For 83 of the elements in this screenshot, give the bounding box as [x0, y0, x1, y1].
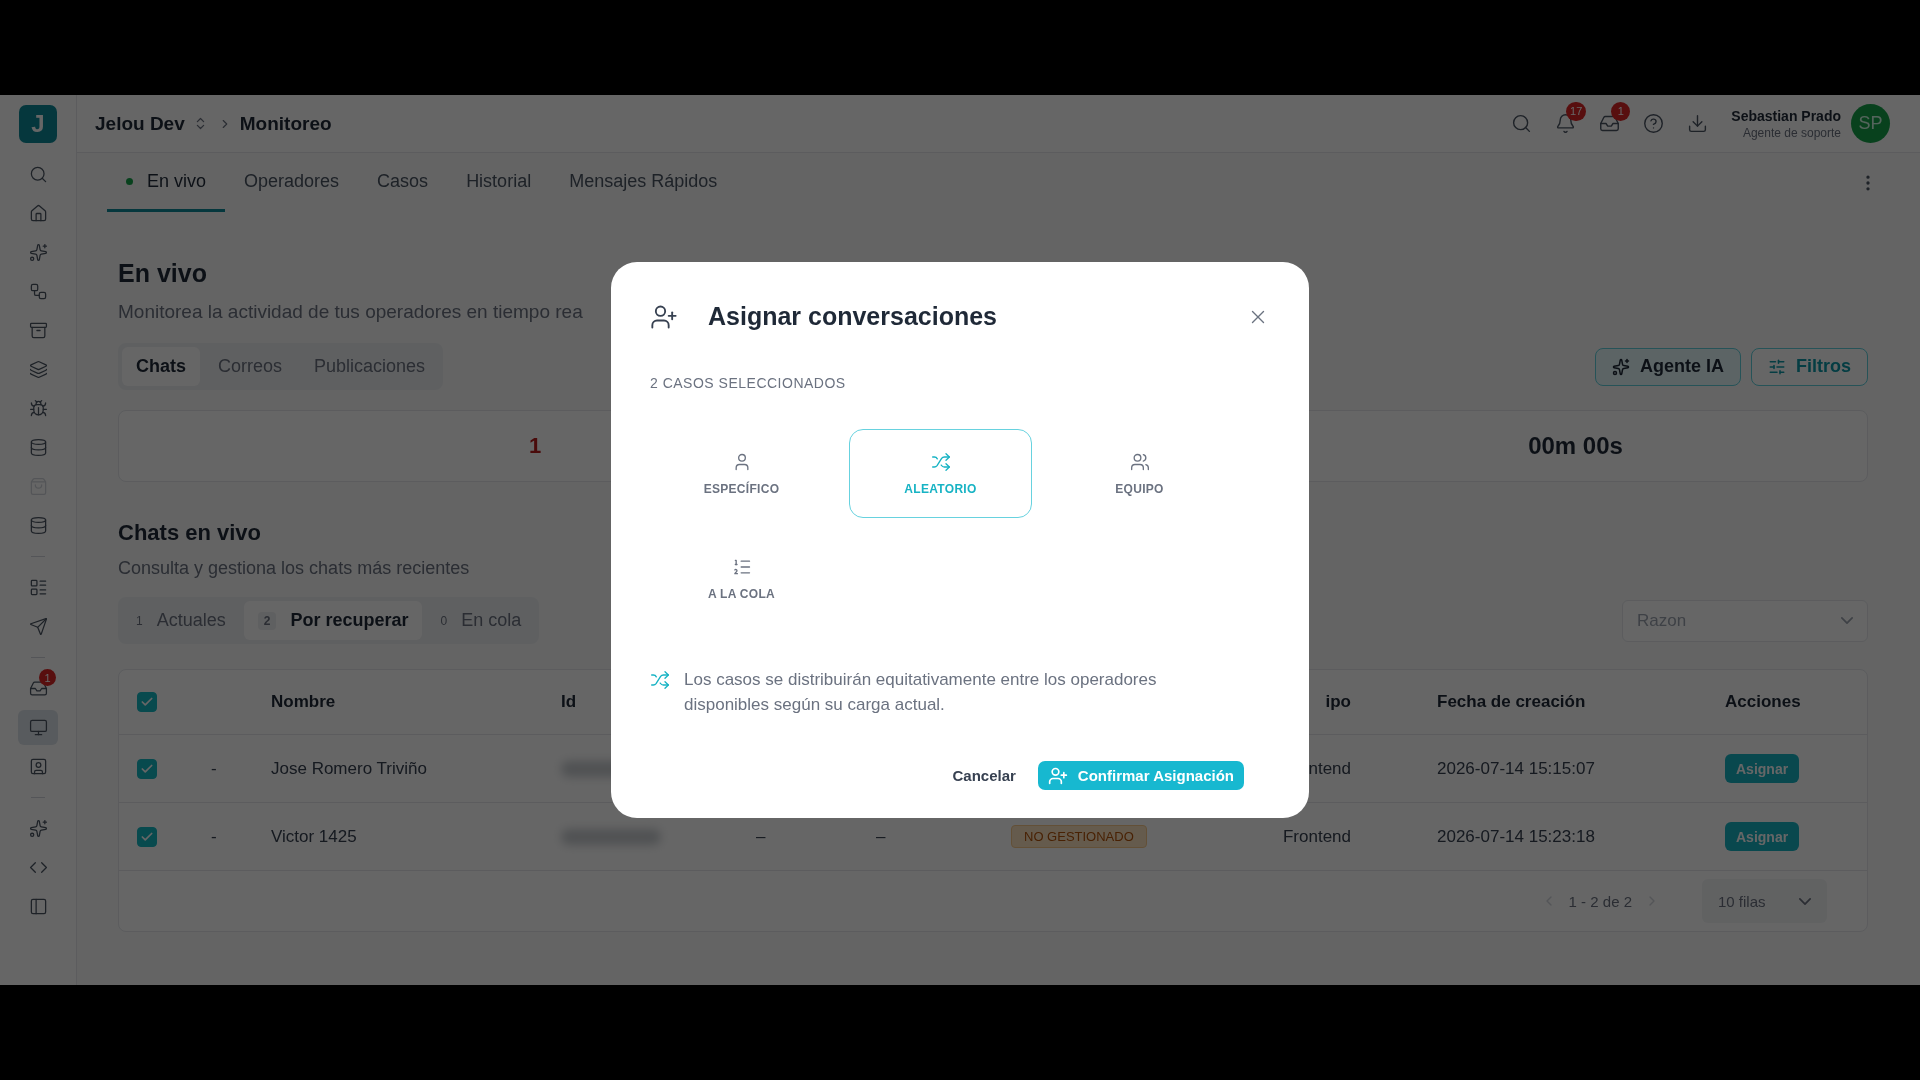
- layers-icon: [28, 360, 48, 379]
- notification-badge: 1: [39, 669, 56, 686]
- layout-list-icon: [28, 578, 48, 597]
- notification-badge: 17: [1566, 101, 1587, 121]
- column-header: Acciones: [1725, 692, 1801, 712]
- cancel-button[interactable]: Cancelar: [948, 761, 1020, 790]
- table-cell: -: [211, 826, 217, 847]
- column-header: Id: [561, 692, 577, 712]
- assign-button[interactable]: Asignar: [1725, 822, 1800, 851]
- chevron-down-icon: [1841, 617, 1853, 624]
- filters-button[interactable]: Filtros: [1751, 347, 1868, 386]
- send-icon: [28, 617, 48, 636]
- contact-card-icon: [28, 757, 48, 776]
- stat-value: 1: [528, 433, 542, 459]
- inbox-icon[interactable]: [1598, 113, 1620, 134]
- confirm-button[interactable]: Confirmar Asignación: [1037, 761, 1244, 790]
- table-cell: 2026-07-14 15:15:07: [1437, 758, 1595, 779]
- user-plus-icon: [1047, 765, 1068, 786]
- database-icon: [28, 438, 48, 457]
- pagination-label: 1 - 2 de 2: [1568, 892, 1632, 910]
- sliders-icon: [1768, 357, 1786, 376]
- app-logo[interactable]: J: [19, 105, 57, 143]
- nav-tab[interactable]: En vivo: [107, 153, 226, 212]
- shuffle-icon: [650, 670, 670, 690]
- channel-tab[interactable]: Chats: [122, 347, 200, 386]
- select-all-checkbox[interactable]: [137, 692, 157, 712]
- monitor-icon: [28, 718, 48, 737]
- nav-tab[interactable]: Historial: [447, 153, 551, 212]
- column-header: Fecha de creación: [1437, 692, 1586, 712]
- user-role: Agente de soporte: [1742, 125, 1841, 140]
- user-avatar[interactable]: SP: [1851, 104, 1890, 143]
- filter-label: Por recuperar: [290, 610, 409, 631]
- help-icon[interactable]: [1642, 113, 1664, 134]
- archive-icon: [28, 321, 48, 340]
- page-breadcrumb: Monitoreo: [239, 112, 332, 135]
- selected-count: 2 CASOS SELECCIONADOS: [650, 375, 847, 391]
- page-subtitle: Monitorea la actividad de tus operadores en tiempo rea: [118, 301, 583, 323]
- search-icon: [28, 165, 48, 184]
- sparkles-icon: [28, 819, 48, 838]
- workspace-name[interactable]: Jelou Dev: [95, 112, 185, 135]
- bell-icon[interactable]: [1554, 113, 1576, 134]
- nav-tab[interactable]: Mensajes Rápidos: [550, 153, 737, 212]
- table-cell: Jose Romero Triviño: [271, 758, 427, 779]
- assign-option[interactable]: ALEATORIO: [849, 429, 1032, 518]
- nav-tab[interactable]: Casos: [358, 153, 448, 212]
- status-tag: NO GESTIONADO: [1011, 825, 1147, 848]
- stat-value: 00m 00s: [1528, 432, 1623, 460]
- nav-tab[interactable]: Operadores: [225, 153, 359, 212]
- row-checkbox[interactable]: [137, 826, 157, 847]
- sidebar-toggle-icon: [28, 897, 48, 916]
- table-cell: –: [756, 826, 766, 847]
- assign-button[interactable]: Asignar: [1725, 754, 1800, 783]
- home-icon: [28, 204, 48, 223]
- ai-agent-button[interactable]: Agente IA: [1594, 347, 1741, 386]
- row-checkbox[interactable]: [137, 758, 157, 779]
- check-icon: [140, 695, 154, 709]
- bug-icon: [28, 399, 48, 418]
- info-text: Los casos se distribuirán equitativamente entre los operadores disponibles según su carga actual.: [684, 669, 1158, 716]
- user-name: Sebastian Prado: [1731, 107, 1841, 124]
- table-cell: Victor 1425: [271, 826, 357, 847]
- column-header: ipo: [1325, 692, 1351, 712]
- users-icon: [1129, 451, 1150, 472]
- table-cell: –: [876, 826, 886, 847]
- chevron-down-icon: [1799, 897, 1811, 905]
- table-cell: Frontend: [1282, 826, 1351, 847]
- search-icon[interactable]: [1510, 113, 1532, 134]
- section-title: Chats en vivo: [118, 520, 263, 546]
- section-subtitle: Consulta y gestiona los chats más recientes: [118, 558, 470, 579]
- workflow-icon: [28, 282, 48, 301]
- notification-badge: 1: [1611, 101, 1631, 121]
- database-icon: [28, 516, 48, 535]
- column-header: Nombre: [271, 692, 336, 712]
- sidebar-item[interactable]: 1: [18, 671, 58, 706]
- table-cell: 2026-07-14 15:23:18: [1437, 826, 1595, 847]
- download-icon[interactable]: [1686, 113, 1708, 134]
- dialog-title: Asignar conversaciones: [708, 302, 997, 331]
- page-title: En vivo: [118, 259, 208, 288]
- sidebar-item[interactable]: [18, 710, 58, 745]
- sparkles-icon: [28, 243, 48, 262]
- table-cell: ntend: [1308, 758, 1351, 779]
- sparkles-icon: [1611, 357, 1630, 376]
- shuffle-icon: [930, 451, 951, 472]
- table-cell: -: [211, 758, 217, 779]
